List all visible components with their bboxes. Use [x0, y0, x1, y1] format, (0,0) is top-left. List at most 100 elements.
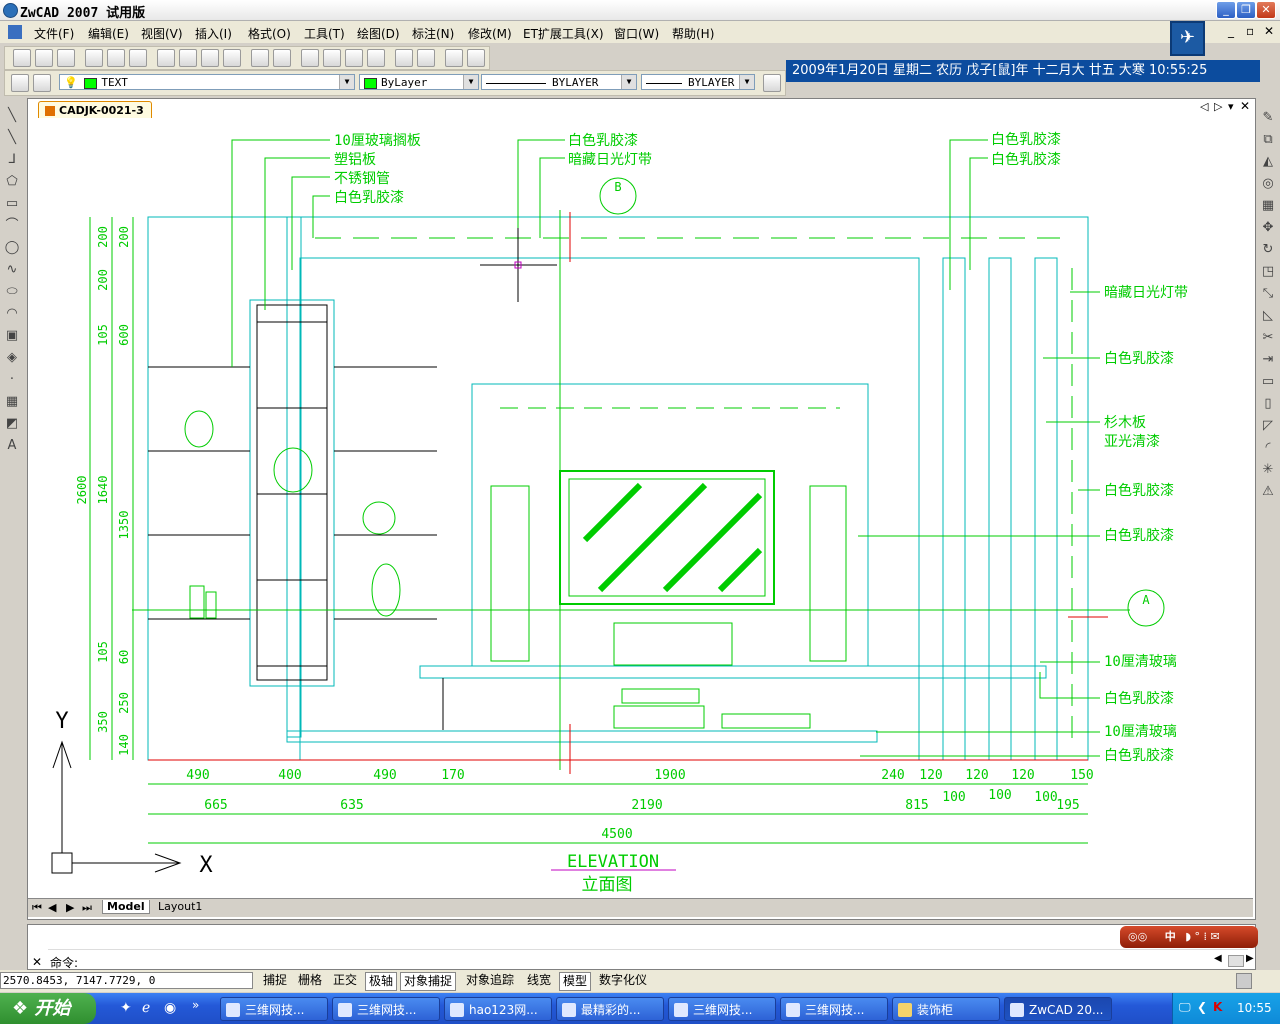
menu-tools[interactable]: 工具(T)	[304, 25, 345, 42]
point-tool-icon[interactable]: ·	[4, 372, 20, 388]
publish-icon[interactable]	[129, 49, 147, 67]
new-file-icon[interactable]	[13, 49, 31, 67]
rectangle-tool-icon[interactable]: ▭	[4, 196, 20, 212]
mirror-tool-icon[interactable]: ◭	[1260, 154, 1276, 170]
make-block-icon[interactable]: ◈	[4, 350, 20, 366]
hatch-tool-icon[interactable]: ▦	[4, 394, 20, 410]
help-icon[interactable]	[467, 49, 485, 67]
restore-button[interactable]: ❐	[1236, 1, 1256, 19]
menu-edit[interactable]: 编辑(E)	[88, 25, 129, 42]
taskbar-item-3[interactable]: hao123网...	[444, 997, 552, 1021]
polygon-tool-icon[interactable]: ⬠	[4, 174, 20, 190]
doc-menu-icon[interactable]	[8, 25, 22, 39]
next-tab-icon[interactable]: ▶	[66, 901, 74, 914]
taskbar-item-5[interactable]: 三维网技...	[668, 997, 776, 1021]
taskbar-item-6[interactable]: 三维网技...	[780, 997, 888, 1021]
lineweight-combo[interactable]: BYLAYER ▼	[641, 74, 755, 90]
lineweight-toggle[interactable]: 线宽	[524, 972, 554, 989]
array-tool-icon[interactable]: ▦	[1260, 198, 1276, 214]
match-properties-icon[interactable]	[223, 49, 241, 67]
snap-toggle[interactable]: 捕捉	[260, 972, 290, 989]
taskbar-item-1[interactable]: 三维网技...	[220, 997, 328, 1021]
ortho-toggle[interactable]: 正交	[330, 972, 360, 989]
menu-et-tools[interactable]: ET扩展工具(X)	[523, 25, 604, 42]
menu-format[interactable]: 格式(O)	[248, 25, 291, 42]
menu-modify[interactable]: 修改(M)	[468, 25, 512, 42]
undo-icon[interactable]	[251, 49, 269, 67]
print-icon[interactable]	[85, 49, 103, 67]
ime-options-icon[interactable]: ◗ ° ⁞ ✉	[1185, 930, 1220, 943]
offset-tool-icon[interactable]: ◎	[1260, 176, 1276, 192]
menu-view[interactable]: 视图(V)	[141, 25, 183, 42]
taskbar-item-2[interactable]: 三维网技...	[332, 997, 440, 1021]
model-toggle[interactable]: 模型	[559, 972, 592, 991]
zoom-window-icon[interactable]	[345, 49, 363, 67]
chevron-down-icon[interactable]: ▼	[339, 75, 354, 89]
plot-style-icon[interactable]	[763, 74, 781, 92]
start-button[interactable]: ❖ 开始	[0, 993, 96, 1024]
app-launch-icon[interactable]: ◉	[164, 1000, 176, 1016]
break-tool-icon[interactable]: ▭	[1260, 374, 1276, 390]
color-combo[interactable]: ByLayer ▼	[359, 74, 479, 90]
zoom-icon[interactable]	[445, 49, 463, 67]
quick-launch-more-icon[interactable]: »	[192, 998, 199, 1012]
tab-list-icon[interactable]: ▾	[1228, 100, 1234, 113]
chevron-down-icon[interactable]: ▼	[463, 75, 478, 89]
scroll-right-icon[interactable]: ▶	[1246, 953, 1254, 964]
extend-tool-icon[interactable]: ⇥	[1260, 352, 1276, 368]
first-tab-icon[interactable]: ⏮	[32, 901, 42, 915]
network-icon[interactable]: 🖵	[1179, 1000, 1191, 1015]
properties-icon[interactable]	[395, 49, 413, 67]
ellipse-tool-icon[interactable]: ⬭	[4, 284, 20, 300]
polar-toggle[interactable]: 极轴	[365, 972, 398, 991]
layer-previous-icon[interactable]	[33, 74, 51, 92]
arc-tool-icon[interactable]: ⌒	[4, 218, 20, 234]
ie-icon[interactable]: ℯ	[142, 1000, 150, 1016]
print-preview-icon[interactable]	[107, 49, 125, 67]
taskbar-item-4[interactable]: 最精彩的...	[556, 997, 664, 1021]
region-tool-icon[interactable]: ◩	[4, 416, 20, 432]
document-tab[interactable]: CADJK-0021-3	[38, 101, 152, 119]
mdi-restore-button[interactable]: ▫	[1246, 24, 1254, 38]
chevron-down-icon[interactable]: ▼	[739, 75, 754, 89]
osnap-toggle[interactable]: 对象捕捉	[400, 972, 457, 991]
grid-toggle[interactable]: 栅格	[295, 972, 325, 989]
tab-nav-right-icon[interactable]: ▷	[1214, 100, 1222, 113]
cut-icon[interactable]	[157, 49, 175, 67]
menu-help[interactable]: 帮助(H)	[672, 25, 714, 42]
tray-arrow-icon[interactable]: ❮	[1197, 1000, 1207, 1014]
redo-icon[interactable]	[273, 49, 291, 67]
zoom-previous-icon[interactable]	[367, 49, 385, 67]
design-center-icon[interactable]	[417, 49, 435, 67]
stretch-tool-icon[interactable]: ⤡	[1260, 286, 1276, 302]
scroll-left-icon[interactable]: ◀	[1214, 953, 1222, 964]
menu-file[interactable]: 文件(F)	[34, 25, 74, 42]
otrack-toggle[interactable]: 对象追踪	[463, 972, 517, 989]
command-input[interactable]	[88, 953, 1188, 968]
tab-layout1[interactable]: Layout1	[154, 900, 206, 913]
mdi-minimize-button[interactable]: _	[1228, 24, 1234, 38]
pan-icon[interactable]	[301, 49, 319, 67]
explode-tool-icon[interactable]: ✳	[1260, 462, 1276, 478]
rotate-tool-icon[interactable]: ↻	[1260, 242, 1276, 258]
command-scrollbar[interactable]	[1228, 955, 1244, 967]
erase-tool-icon[interactable]: ✎	[1260, 110, 1276, 126]
layer-combo[interactable]: 💡 TEXT ▼	[59, 74, 355, 90]
menu-draw[interactable]: 绘图(D)	[357, 25, 400, 42]
lengthen-tool-icon[interactable]: ◺	[1260, 308, 1276, 324]
menu-insert[interactable]: 插入(I)	[195, 25, 232, 42]
move-tool-icon[interactable]: ✥	[1260, 220, 1276, 236]
copy-tool-icon[interactable]: ⧉	[1260, 132, 1276, 148]
linetype-combo[interactable]: BYLAYER ▼	[481, 74, 637, 90]
chamfer-tool-icon[interactable]: ◸	[1260, 418, 1276, 434]
spline-tool-icon[interactable]: ∿	[4, 262, 20, 278]
trim-tool-icon[interactable]: ✂	[1260, 330, 1276, 346]
fillet-tool-icon[interactable]: ◜	[1260, 440, 1276, 456]
minimize-button[interactable]: _	[1216, 1, 1236, 19]
command-close-icon[interactable]: ✕	[32, 955, 42, 969]
quick-launch-icon[interactable]: ✦	[120, 1000, 132, 1016]
layer-manager-icon[interactable]	[11, 74, 29, 92]
ray-tool-icon[interactable]: ╲	[4, 130, 20, 146]
taskbar-item-7[interactable]: 装饰柜	[892, 997, 1000, 1021]
copy-icon[interactable]	[179, 49, 197, 67]
